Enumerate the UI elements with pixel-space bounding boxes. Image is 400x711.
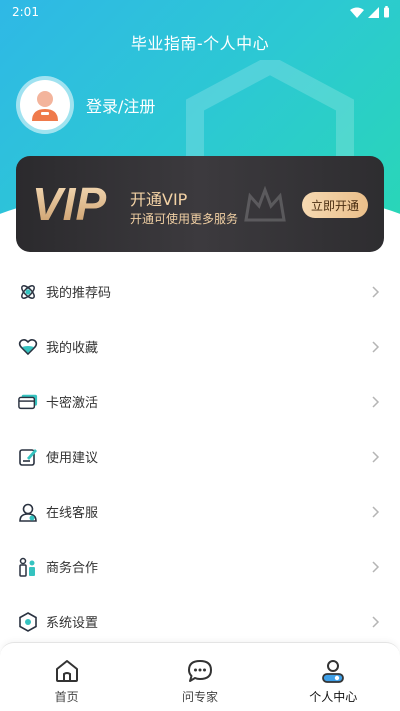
profile-login[interactable]: 登录/注册 [16, 76, 155, 134]
menu-list: 我的推荐码 我的收藏 卡密激活 使用建议 在线客服 商务合作 系统设置 [0, 264, 400, 649]
menu-item-favorites[interactable]: 我的收藏 [0, 319, 400, 374]
menu-item-label: 我的推荐码 [46, 286, 112, 301]
chat-icon [187, 660, 212, 682]
tab-home[interactable]: 首页 [7, 643, 127, 705]
tab-personal-center[interactable]: 个人中心 [273, 643, 393, 705]
chevron-right-icon [372, 285, 380, 298]
recommend-code-icon [18, 282, 38, 302]
menu-item-label: 使用建议 [46, 451, 99, 466]
menu-item-label: 系统设置 [46, 616, 99, 631]
bottom-tab-bar: 首页 问专家 个人中心 [0, 642, 400, 711]
chevron-right-icon [372, 450, 380, 463]
vip-card[interactable]: VIP 开通VIP 开通可使用更多服务 立即开通 [16, 156, 384, 252]
open-vip-button[interactable]: 立即开通 [302, 192, 368, 218]
tab-label: 问专家 [181, 690, 218, 704]
crown-watermark-icon [244, 186, 286, 222]
menu-item-feedback[interactable]: 使用建议 [0, 429, 400, 484]
menu-item-label: 在线客服 [46, 506, 99, 521]
vip-subtitle: 开通可使用更多服务 [130, 212, 239, 226]
page-title: 毕业指南-个人中心 [130, 34, 270, 53]
login-register-link[interactable]: 登录/注册 [86, 93, 155, 117]
chevron-right-icon [372, 615, 380, 628]
battery-icon [384, 6, 389, 18]
chevron-right-icon [372, 395, 380, 408]
business-icon [18, 557, 38, 577]
status-icons [350, 6, 390, 18]
user-icon [322, 660, 345, 683]
status-time: 2:01 [12, 5, 39, 19]
chevron-right-icon [372, 560, 380, 573]
signal-icon [368, 6, 379, 18]
vip-logo-text: VIP [32, 178, 106, 226]
menu-item-business[interactable]: 商务合作 [0, 539, 400, 594]
menu-item-customer-service[interactable]: 在线客服 [0, 484, 400, 539]
vip-title: 开通VIP [130, 190, 188, 209]
heart-icon [18, 337, 38, 357]
menu-item-settings[interactable]: 系统设置 [0, 594, 400, 649]
vip-logo: VIP [32, 178, 106, 226]
card-icon [18, 392, 38, 412]
menu-item-card-activation[interactable]: 卡密激活 [0, 374, 400, 429]
menu-item-recommend-code[interactable]: 我的推荐码 [0, 264, 400, 319]
avatar[interactable] [16, 76, 74, 134]
customer-service-icon [18, 502, 38, 522]
wifi-icon [350, 7, 364, 18]
menu-item-label: 我的收藏 [46, 341, 99, 356]
tab-label: 个人中心 [309, 690, 358, 704]
tab-ask-expert[interactable]: 问专家 [140, 643, 260, 705]
status-bar: 2:01 [0, 0, 400, 24]
settings-icon [18, 611, 38, 632]
chevron-right-icon [372, 340, 380, 353]
default-avatar-icon [32, 91, 58, 121]
menu-item-label: 商务合作 [46, 561, 99, 576]
menu-item-label: 卡密激活 [46, 396, 99, 411]
tab-label: 首页 [54, 690, 79, 704]
feedback-icon [18, 447, 38, 467]
chevron-right-icon [372, 505, 380, 518]
home-icon [55, 660, 78, 682]
